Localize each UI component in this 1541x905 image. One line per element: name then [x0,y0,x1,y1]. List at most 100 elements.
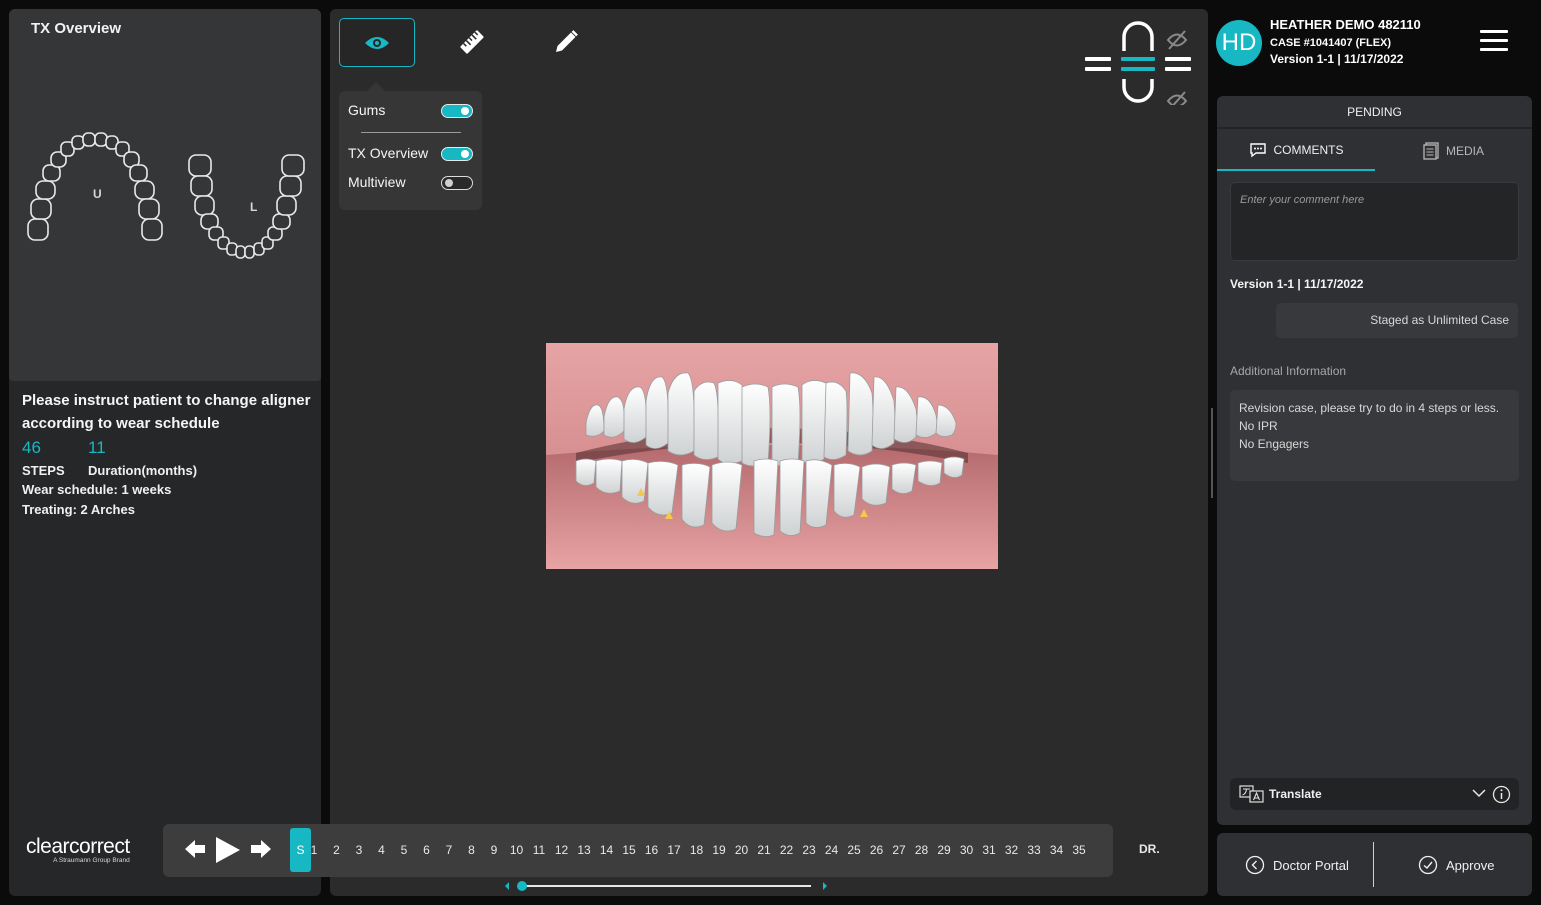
step-17[interactable]: 17 [664,843,684,857]
case-number: CASE #1041407 (FLEX) [1270,37,1392,49]
case-version: Version 1-1 | 11/17/2022 [1270,52,1404,66]
step-35[interactable]: 35 [1069,843,1089,857]
patient-instruction: Please instruct patient to change aligne… [22,392,311,432]
brand-logo: clearcorrect A Straumann Group Brand [26,835,130,864]
step-18[interactable]: 18 [687,843,707,857]
tab-media[interactable]: MEDIA [1375,131,1532,171]
step-1[interactable]: 1 [304,843,324,857]
step-13[interactable]: 13 [574,843,594,857]
step-5[interactable]: 5 [394,843,414,857]
step-15[interactable]: 15 [619,843,639,857]
step-29[interactable]: 29 [934,843,954,857]
doctor-portal-button[interactable]: Doctor Portal [1245,855,1349,875]
wear-schedule: Wear schedule: 1 weeks [22,482,172,497]
case-details-panel: PENDING COMMENTS MEDIA Version 1-1 | 11/… [1217,96,1532,825]
step-34[interactable]: 34 [1047,843,1067,857]
step-27[interactable]: 27 [889,843,909,857]
pencil-icon [556,30,578,52]
step-11[interactable]: 11 [529,843,549,857]
step-6[interactable]: 6 [417,843,437,857]
approve-label: Approve [1446,857,1495,873]
play-icon[interactable] [215,836,241,864]
chevron-down-icon[interactable] [1472,788,1486,798]
step-16[interactable]: 16 [642,843,662,857]
hide-upper-eye-icon[interactable] [1166,30,1188,50]
comment-input[interactable] [1230,182,1519,261]
hamburger-menu-icon[interactable] [1480,30,1508,56]
jaw-visibility-control[interactable] [1084,21,1196,105]
step-25[interactable]: 25 [844,843,864,857]
hide-lower-eye-icon[interactable] [1166,91,1188,105]
gums-label: Gums [348,102,386,118]
step-7[interactable]: 7 [439,843,459,857]
step-12[interactable]: 12 [552,843,572,857]
step-30[interactable]: 30 [957,843,977,857]
step-10[interactable]: 10 [507,843,527,857]
step-22[interactable]: 22 [777,843,797,857]
scroll-right-icon[interactable] [823,882,827,890]
status-badge: PENDING [1217,96,1532,129]
additional-info-box: Revision case, please try to do in 4 ste… [1230,390,1519,481]
step-32[interactable]: 32 [1002,843,1022,857]
additional-info-line: Revision case, please try to do in 4 ste… [1239,401,1500,415]
staged-message: Staged as Unlimited Case [1276,303,1518,338]
duration-label: Duration(months) [88,463,198,478]
step-31[interactable]: 31 [979,843,999,857]
step-33[interactable]: 33 [1024,843,1044,857]
edit-button[interactable] [549,25,583,59]
doctor-portal-label: Doctor Portal [1273,857,1349,873]
tx-overview-toggle[interactable] [441,147,473,161]
scrubber-handle[interactable] [517,881,527,891]
right-view-icon[interactable] [1165,57,1191,71]
approve-button[interactable]: Approve [1418,855,1494,875]
step-20[interactable]: 20 [732,843,752,857]
patient-name: HEATHER DEMO 482110 [1270,17,1421,32]
brand-name: clearcorrect [26,835,130,858]
info-icon[interactable] [1492,785,1511,804]
step-19[interactable]: 19 [709,843,729,857]
comment-icon [1249,143,1266,158]
step-9[interactable]: 9 [484,843,504,857]
additional-info-line: No IPR [1239,419,1278,433]
step-8[interactable]: 8 [462,843,482,857]
document-icon [1423,142,1439,160]
tx-overview-card: TX Overview U L [9,9,321,381]
3d-viewer[interactable]: Gums TX Overview Multiview [330,9,1208,896]
multiview-label: Multiview [348,174,406,190]
lower-arch-label: L [250,200,257,214]
dental-arch-chart[interactable]: U L [17,121,317,271]
step-14[interactable]: 14 [597,843,617,857]
view-options-button[interactable] [339,18,415,67]
timeline-scrubber[interactable] [503,879,828,893]
tab-comments[interactable]: COMMENTS [1217,131,1375,171]
multiview-toggle[interactable] [441,176,473,190]
3d-teeth-model[interactable] [546,343,998,569]
duration-value: 11 [88,438,106,457]
step-21[interactable]: 21 [754,843,774,857]
avatar: HD [1216,20,1262,66]
step-26[interactable]: 26 [867,843,887,857]
translate-dropdown[interactable]: Translate [1230,778,1519,810]
treating-arches: Treating: 2 Arches [22,502,135,517]
step-4[interactable]: 4 [372,843,392,857]
doctor-step-label[interactable]: DR. [1139,842,1160,856]
step-2[interactable]: 2 [327,843,347,857]
lower-jaw-icon[interactable] [1122,79,1154,103]
ruler-icon [460,30,484,54]
previous-step-icon[interactable] [184,839,206,859]
step-3[interactable]: 3 [349,843,369,857]
upper-arch-label: U [93,187,102,201]
step-28[interactable]: 28 [912,843,932,857]
panel-resize-handle[interactable] [1211,408,1213,498]
front-view-icon[interactable] [1121,57,1155,71]
left-panel: TX Overview U L Please instruct patient … [9,9,321,896]
measure-button[interactable] [455,25,489,59]
gums-toggle[interactable] [441,104,473,118]
scroll-left-icon[interactable] [505,882,509,890]
step-24[interactable]: 24 [822,843,842,857]
next-step-icon[interactable] [250,839,272,859]
step-23[interactable]: 23 [799,843,819,857]
left-view-icon[interactable] [1085,57,1111,71]
additional-info-line: No Engagers [1239,437,1310,451]
upper-jaw-icon[interactable] [1122,21,1154,51]
